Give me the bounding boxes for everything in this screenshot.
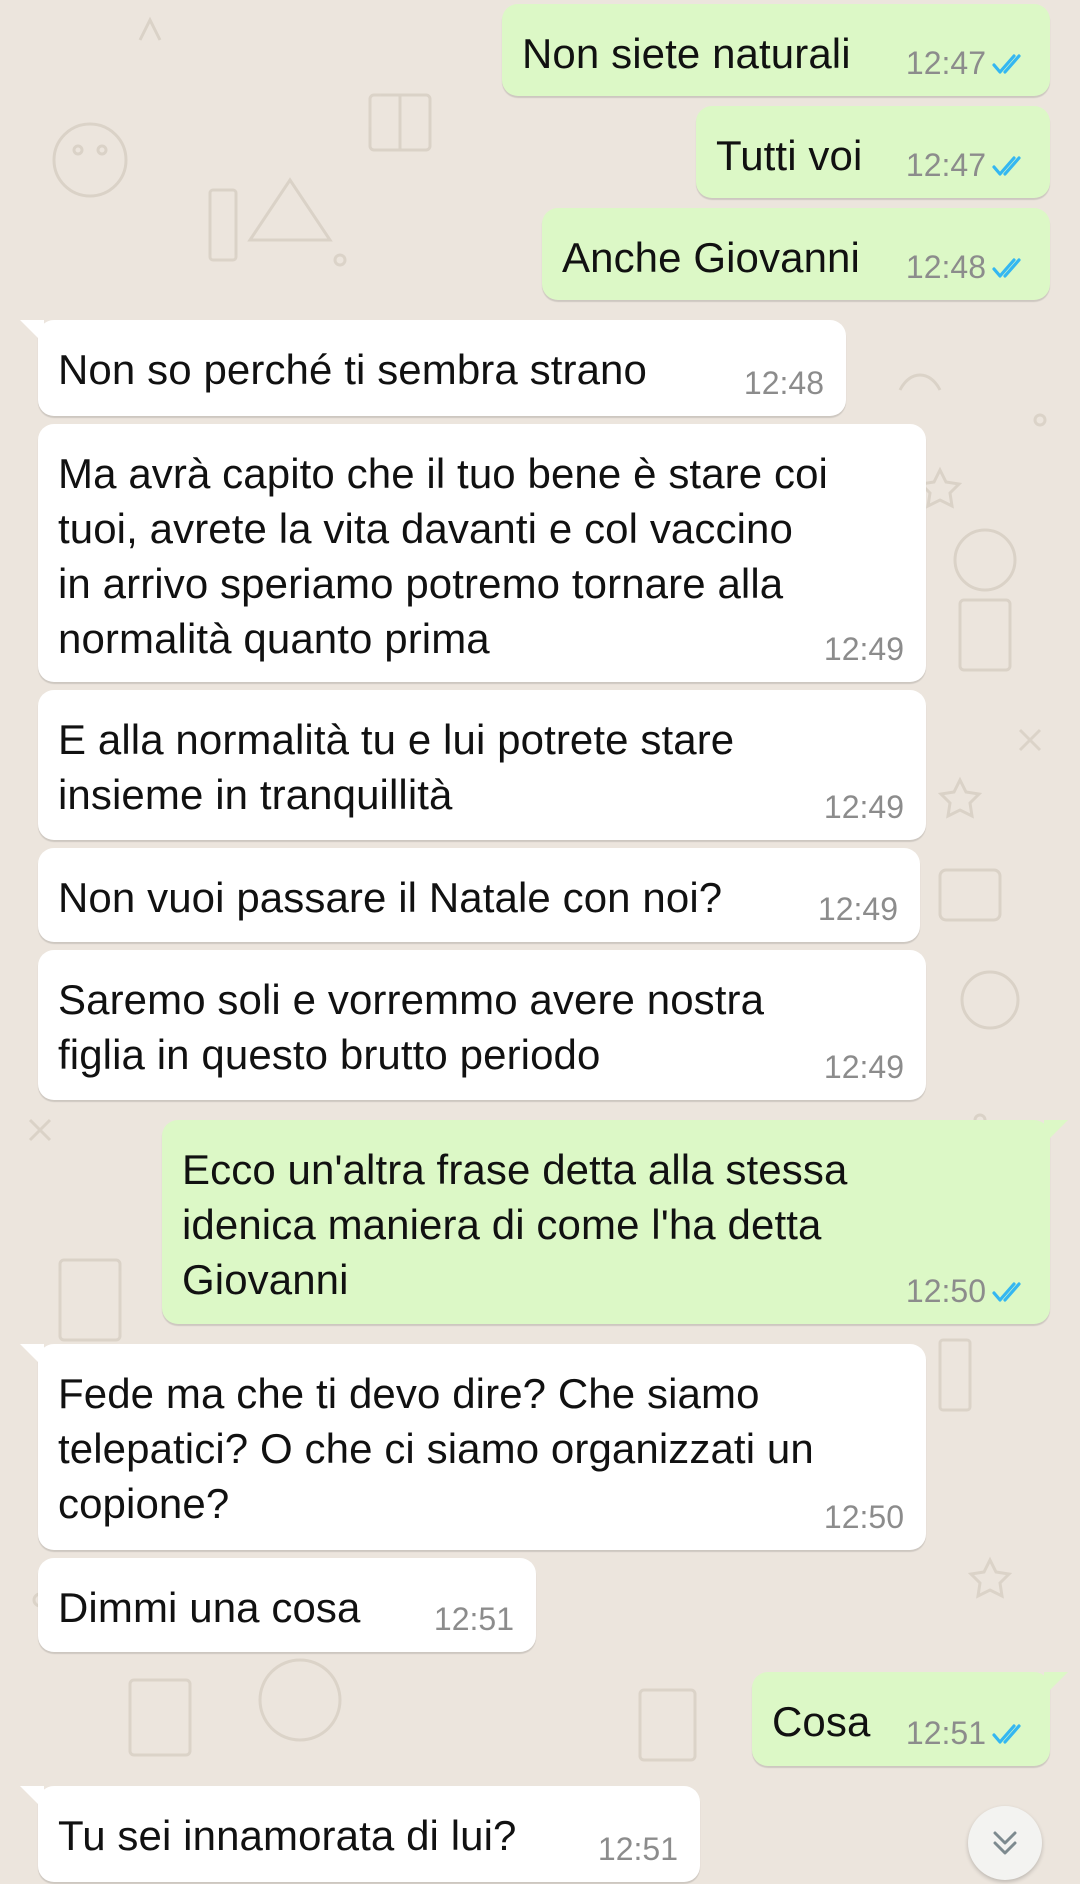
- double-check-read-icon: [992, 257, 1021, 278]
- message-time: 12:49: [823, 1049, 904, 1085]
- message-text: Ecco un'altra frase detta alla stessa id…: [182, 1146, 848, 1303]
- message-time: 12:51: [905, 1715, 986, 1751]
- message-meta: 12:47: [906, 147, 1028, 184]
- double-check-read-icon: [992, 155, 1021, 176]
- message-time: 12:48: [905, 249, 986, 285]
- message-text: Non vuoi passare il Natale con noi?: [58, 874, 723, 921]
- message-meta: 12:51: [906, 1715, 1028, 1752]
- message-incoming[interactable]: Saremo soli e vorremmo avere nostra figl…: [38, 950, 926, 1100]
- message-time: 12:48: [743, 365, 824, 401]
- message-time: 12:49: [823, 631, 904, 667]
- double-check-read-icon: [992, 1281, 1021, 1302]
- message-incoming[interactable]: E alla normalità tu e lui potrete stare …: [38, 690, 926, 840]
- message-meta: 12:51: [598, 1831, 678, 1868]
- message-incoming[interactable]: Non so perché ti sembra strano 12:48: [20, 320, 846, 416]
- message-meta: 12:50: [906, 1273, 1028, 1310]
- message-text: Saremo soli e vorremmo avere nostra figl…: [58, 976, 765, 1078]
- message-incoming[interactable]: Non vuoi passare il Natale con noi? 12:4…: [38, 848, 920, 942]
- double-check-read-icon: [992, 53, 1021, 74]
- message-incoming[interactable]: Dimmi una cosa 12:51: [38, 1558, 536, 1652]
- message-time: 12:51: [433, 1601, 514, 1637]
- message-meta: 12:51: [434, 1601, 514, 1638]
- message-time: 12:51: [597, 1831, 678, 1867]
- message-meta: 12:49: [818, 891, 898, 928]
- message-time: 12:47: [905, 147, 986, 183]
- message-incoming[interactable]: Fede ma che ti devo dire? Che siamo tele…: [20, 1344, 926, 1550]
- message-outgoing[interactable]: Cosa 12:51: [752, 1672, 1068, 1766]
- message-outgoing[interactable]: Tutti voi 12:47: [696, 106, 1050, 198]
- message-time: 12:49: [823, 789, 904, 825]
- message-incoming[interactable]: Ma avrà capito che il tuo bene è stare c…: [38, 424, 926, 682]
- message-time: 12:49: [817, 891, 898, 927]
- message-meta: 12:49: [824, 789, 904, 826]
- message-incoming[interactable]: Tu sei innamorata di lui? 12:51: [20, 1786, 700, 1882]
- message-text: E alla normalità tu e lui potrete stare …: [58, 716, 735, 818]
- message-text: Tu sei innamorata di lui?: [58, 1812, 517, 1859]
- message-meta: 12:48: [744, 365, 824, 402]
- message-time: 12:50: [823, 1499, 904, 1535]
- message-meta: 12:49: [824, 631, 904, 668]
- message-outgoing[interactable]: Ecco un'altra frase detta alla stessa id…: [162, 1120, 1068, 1324]
- double-check-read-icon: [992, 1723, 1021, 1744]
- message-meta: 12:47: [906, 45, 1028, 82]
- message-text: Ma avrà capito che il tuo bene è stare c…: [58, 450, 828, 662]
- message-text: Fede ma che ti devo dire? Che siamo tele…: [58, 1370, 814, 1527]
- message-outgoing[interactable]: Non siete naturali 12:47: [502, 4, 1050, 96]
- message-time: 12:50: [905, 1273, 986, 1309]
- message-outgoing[interactable]: Anche Giovanni 12:48: [542, 208, 1050, 300]
- double-chevron-down-icon: [993, 1831, 1017, 1855]
- conversation: Non siete naturali 12:47 Tutti voi 12:47…: [0, 0, 1080, 1884]
- message-text: Non so perché ti sembra strano: [58, 346, 647, 393]
- message-meta: 12:50: [824, 1499, 904, 1536]
- message-meta: 12:49: [824, 1049, 904, 1086]
- message-time: 12:47: [905, 45, 986, 81]
- scroll-to-bottom-button[interactable]: [968, 1806, 1042, 1880]
- message-meta: 12:48: [906, 249, 1028, 286]
